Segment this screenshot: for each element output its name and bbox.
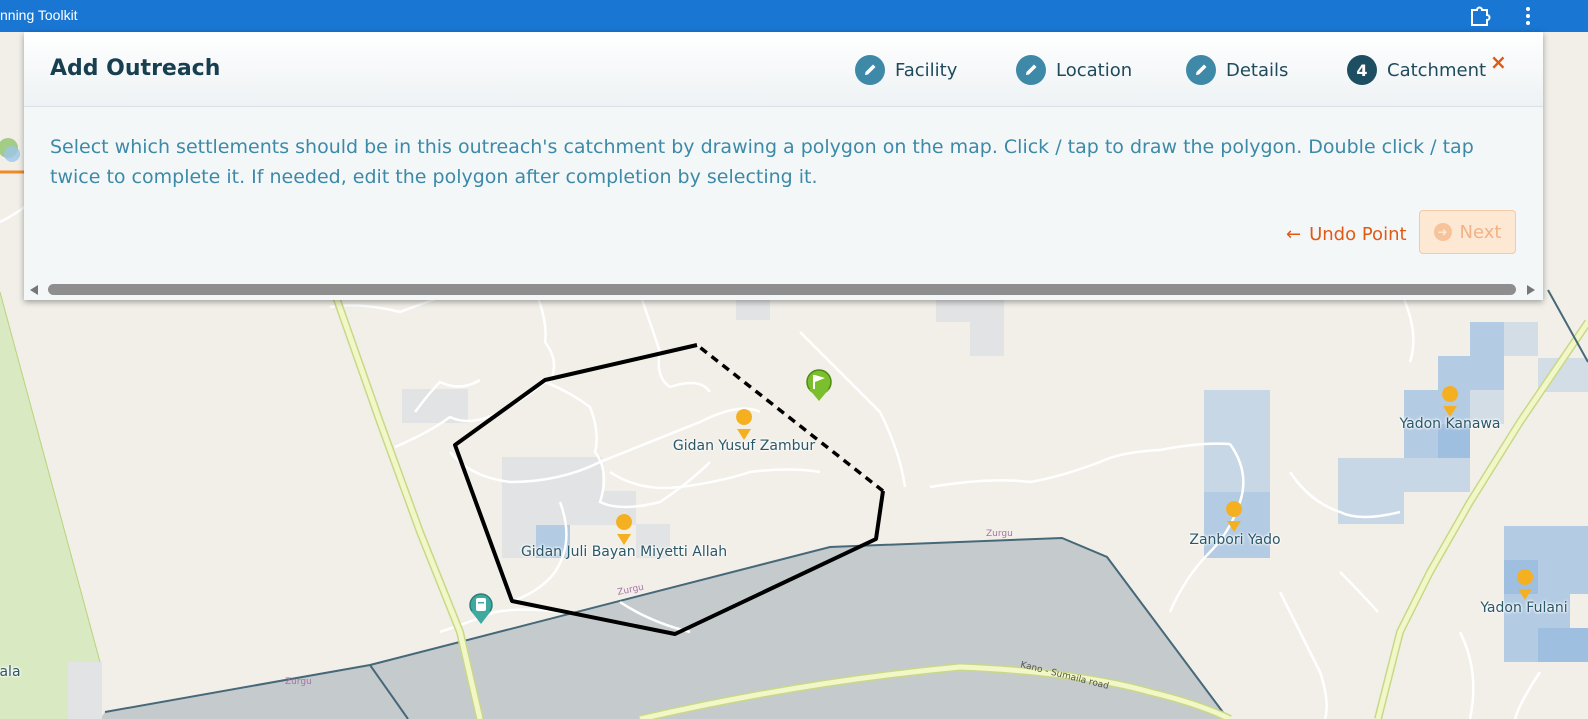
svg-text:Zurgu: Zurgu <box>986 529 1013 539</box>
extension-icon[interactable] <box>1468 5 1492 27</box>
shaded-area <box>100 538 1228 719</box>
step-details[interactable]: Details <box>1186 54 1288 86</box>
arrow-left-icon: ← <box>1286 223 1302 245</box>
undo-point-button[interactable]: ← Undo Point <box>1286 221 1407 247</box>
step-label: Location <box>1056 59 1133 81</box>
app-title: nning Toolkit <box>0 7 78 23</box>
next-label: Next <box>1459 221 1502 243</box>
pencil-icon <box>855 55 885 85</box>
svg-text:Zurgu: Zurgu <box>285 677 312 687</box>
next-button[interactable]: ➜ Next <box>1419 210 1516 254</box>
step-label: Facility <box>895 59 958 81</box>
outreach-flag-marker-icon <box>806 369 832 401</box>
horizontal-scrollbar[interactable] <box>24 282 1543 298</box>
step-catchment[interactable]: 4 Catchment <box>1347 54 1486 86</box>
settlement-label: ala <box>0 664 21 680</box>
settlement-marker-icon <box>616 514 633 545</box>
settlement-label: Zanbori Yado <box>1189 532 1281 548</box>
dialog-title: Add Outreach <box>50 56 221 81</box>
settlement-label: Gidan Yusuf Zambur <box>672 438 816 454</box>
step-number: 4 <box>1347 55 1377 85</box>
scrollbar-thumb[interactable] <box>48 284 1516 295</box>
instructions-text: Select which settlements should be in th… <box>50 136 1474 188</box>
settlement-label: Yadon Kanawa <box>1399 416 1501 432</box>
step-location[interactable]: Location <box>1016 54 1132 86</box>
undo-point-label: Undo Point <box>1309 223 1407 245</box>
step-label: Catchment <box>1387 59 1487 81</box>
settlement-label: Gidan Juli Bayan Miyetti Allah <box>520 544 728 560</box>
add-outreach-dialog: Add Outreach Facility Location Details 4… <box>24 32 1543 300</box>
app-topbar: nning Toolkit <box>0 0 1588 32</box>
close-icon[interactable]: × <box>1490 50 1507 74</box>
settlement-marker-icon <box>736 409 753 440</box>
more-menu-icon[interactable] <box>1518 6 1538 26</box>
pencil-icon <box>1186 55 1216 85</box>
pencil-icon <box>1016 55 1046 85</box>
step-facility[interactable]: Facility <box>855 54 957 86</box>
arrow-right-circle-icon: ➜ <box>1433 223 1452 241</box>
scroll-left-arrow-icon[interactable] <box>30 285 38 295</box>
scroll-right-arrow-icon[interactable] <box>1527 285 1535 295</box>
step-label: Details <box>1226 59 1289 81</box>
settlement-label: Yadon Fulani <box>1480 600 1568 616</box>
dialog-header: Add Outreach Facility Location Details 4… <box>24 32 1543 107</box>
